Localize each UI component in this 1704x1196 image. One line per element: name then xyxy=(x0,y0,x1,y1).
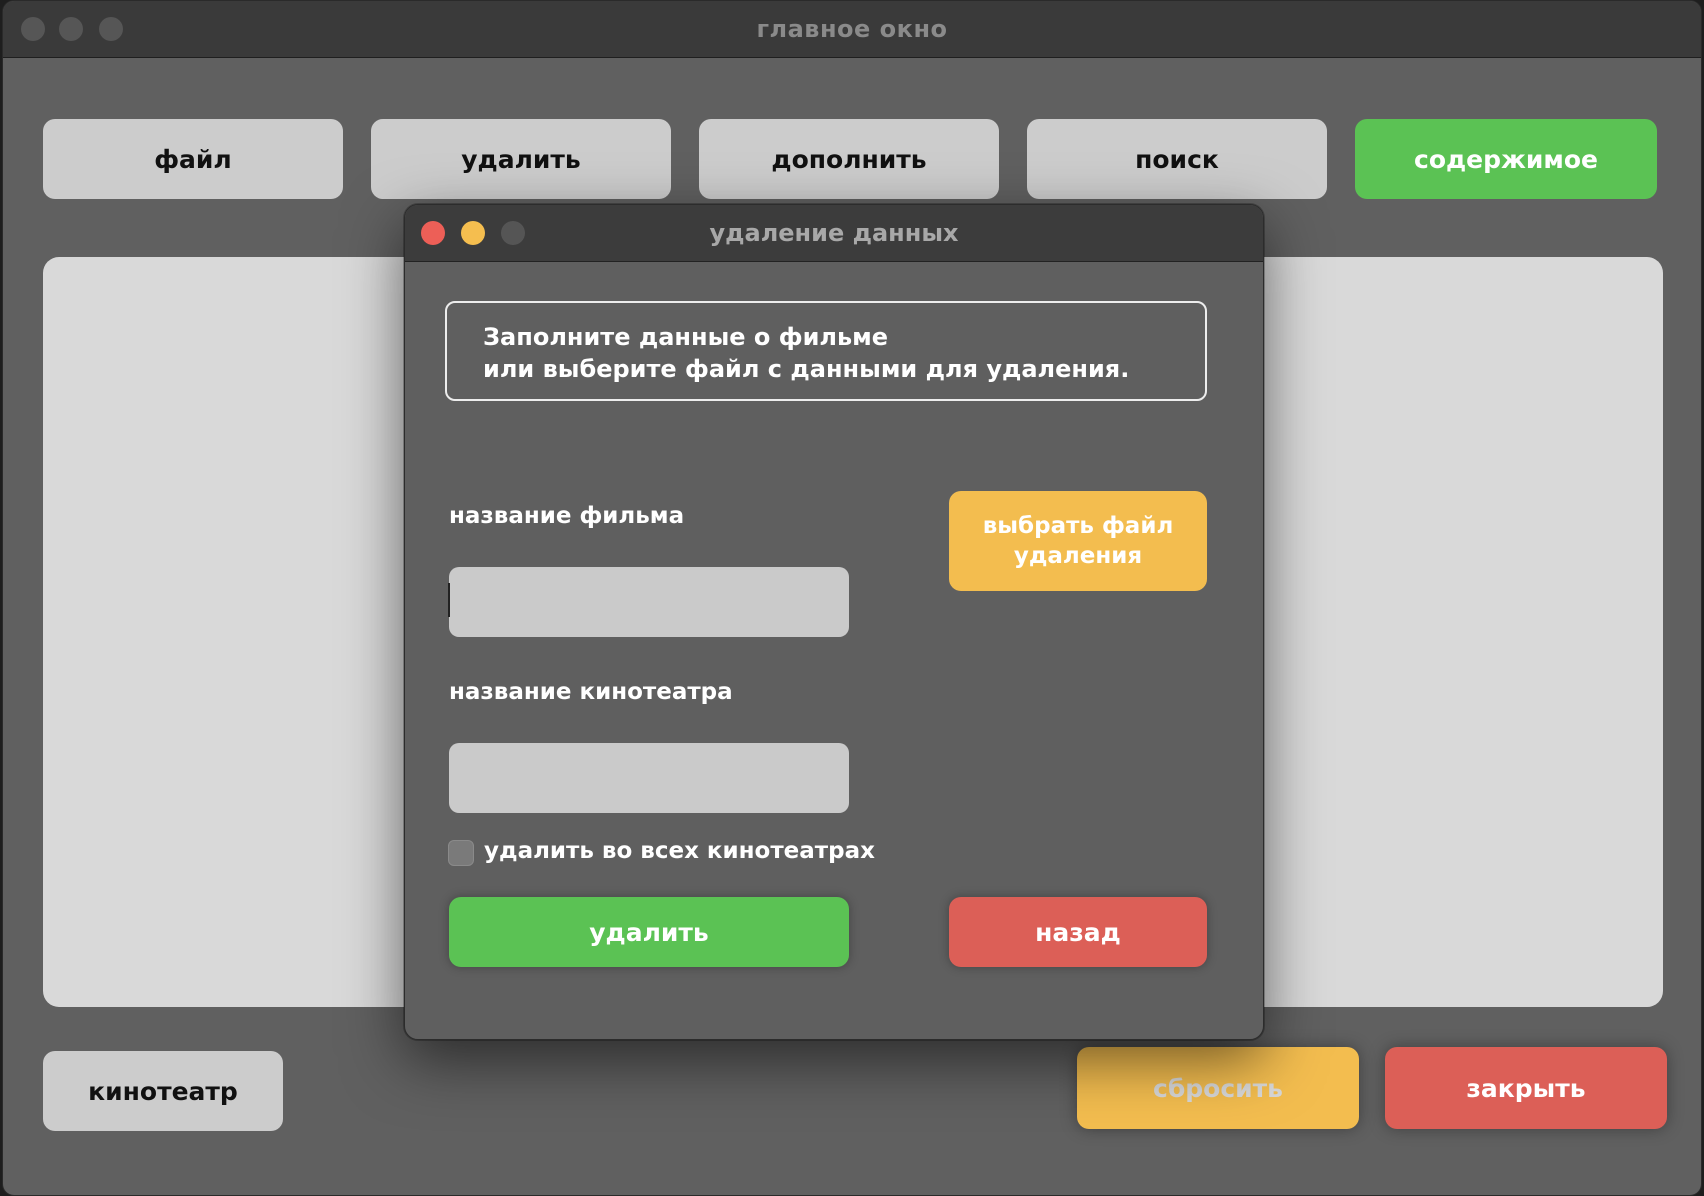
film-name-input[interactable] xyxy=(449,567,849,637)
reset-button[interactable]: сбросить xyxy=(1077,1047,1359,1129)
info-message: Заполните данные о фильме или выберите ф… xyxy=(445,301,1207,401)
choose-file-line-1: выбрать файл xyxy=(982,513,1174,539)
film-name-label: название фильма xyxy=(449,503,685,529)
delete-all-label: удалить во всех кинотеатрах xyxy=(484,838,875,864)
choose-file-line-2: удаления xyxy=(1013,543,1143,569)
search-button[interactable]: поиск xyxy=(1027,119,1327,199)
back-button[interactable]: назад xyxy=(949,897,1207,967)
add-button[interactable]: дополнить xyxy=(699,119,999,199)
dialog-titlebar[interactable]: удаление данных xyxy=(405,205,1263,262)
close-button[interactable]: закрыть xyxy=(1385,1047,1667,1129)
choose-delete-file-button[interactable]: выбрать файл удаления xyxy=(949,491,1207,591)
main-window-title: главное окно xyxy=(756,15,948,43)
dialog-title: удаление данных xyxy=(709,219,959,247)
cinema-name-input[interactable] xyxy=(449,743,849,813)
info-line-2: или выберите файл с данными для удаления… xyxy=(483,355,1130,383)
contents-button[interactable]: содержимое xyxy=(1355,119,1657,199)
file-button[interactable]: файл xyxy=(43,119,343,199)
cinema-button[interactable]: кинотеатр xyxy=(43,1051,283,1131)
delete-data-dialog: удаление данных Заполните данные о фильм… xyxy=(404,204,1264,1040)
info-line-1: Заполните данные о фильме xyxy=(483,323,889,351)
delete-button[interactable]: удалить xyxy=(371,119,671,199)
delete-all-checkbox[interactable] xyxy=(448,840,474,866)
text-cursor xyxy=(448,583,450,617)
confirm-delete-button[interactable]: удалить xyxy=(449,897,849,967)
cinema-name-label: название кинотеатра xyxy=(449,679,733,705)
main-titlebar[interactable]: главное окно xyxy=(3,1,1701,58)
